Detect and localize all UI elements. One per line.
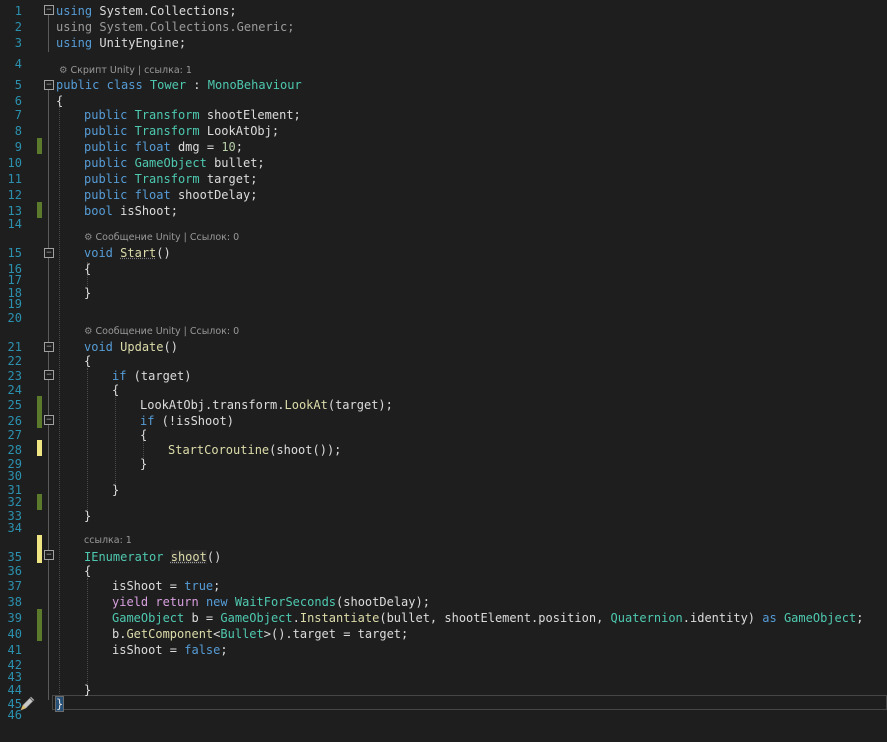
code-line-16[interactable]: { bbox=[84, 261, 91, 277]
line-number: 4 bbox=[14, 57, 22, 71]
code-line-31[interactable]: } bbox=[112, 482, 119, 498]
unity-icon: ⚙ bbox=[84, 326, 93, 337]
change-marker-saved bbox=[37, 202, 42, 218]
codelens-start[interactable]: ⚙ Сообщение Unity | Ссылок: 0 bbox=[84, 232, 239, 244]
code-line-12[interactable]: public float shootDelay; bbox=[84, 187, 257, 203]
indent-guide bbox=[87, 578, 88, 688]
code-line-40[interactable]: b.GetComponent<Bullet>().target = target… bbox=[112, 626, 408, 642]
line-number: 15 bbox=[7, 246, 22, 260]
outline-line bbox=[48, 90, 49, 700]
indent-guide bbox=[115, 392, 116, 486]
line-number: 25 bbox=[7, 398, 22, 412]
line-number: 27 bbox=[7, 428, 22, 442]
code-line-25[interactable]: LookAtObj.transform.LookAt(target); bbox=[140, 397, 393, 413]
code-line-44[interactable]: } bbox=[84, 682, 91, 698]
collapse-if-button[interactable]: − bbox=[44, 415, 54, 425]
code-line-26[interactable]: if (!isShoot) bbox=[140, 413, 234, 429]
code-line-2[interactable]: using System.Collections.Generic; bbox=[56, 19, 294, 35]
line-number: 10 bbox=[7, 156, 22, 170]
collapse-shoot-button[interactable]: − bbox=[44, 550, 54, 560]
code-line-8[interactable]: public Transform LookAtObj; bbox=[84, 123, 279, 139]
line-number: 5 bbox=[14, 78, 22, 92]
line-number: 39 bbox=[7, 611, 22, 625]
line-number: 40 bbox=[7, 627, 22, 641]
code-line-27[interactable]: { bbox=[140, 427, 147, 443]
code-line-21[interactable]: void Update() bbox=[84, 339, 178, 355]
code-line-15[interactable]: void Start() bbox=[84, 245, 171, 261]
code-line-9[interactable]: public float dmg = 10; bbox=[84, 139, 243, 155]
unity-icon: ⚙ bbox=[84, 232, 93, 243]
change-marker-saved bbox=[37, 396, 42, 428]
change-marker-unsaved bbox=[37, 535, 42, 563]
code-line-1[interactable]: using System.Collections; bbox=[56, 3, 237, 19]
line-number: 7 bbox=[14, 108, 22, 122]
collapse-if-button[interactable]: − bbox=[44, 370, 54, 380]
codelens-shoot[interactable]: ссылка: 1 bbox=[84, 535, 132, 547]
code-line-6[interactable]: { bbox=[56, 93, 63, 109]
indent-guide bbox=[59, 106, 60, 696]
code-line-23[interactable]: if (target) bbox=[112, 368, 191, 384]
unity-icon: ⚙ bbox=[59, 65, 68, 76]
line-number: 38 bbox=[7, 595, 22, 609]
change-marker-saved bbox=[37, 609, 42, 641]
line-number: 11 bbox=[7, 172, 22, 186]
code-line-41[interactable]: isShoot = false; bbox=[112, 642, 228, 658]
shoot-method-name[interactable]: shoot bbox=[170, 550, 207, 564]
line-number: 24 bbox=[7, 383, 22, 397]
code-line-11[interactable]: public Transform target; bbox=[84, 171, 257, 187]
collapse-class-button[interactable]: − bbox=[44, 80, 54, 90]
code-line-22[interactable]: { bbox=[84, 353, 91, 369]
change-marker-saved bbox=[37, 138, 42, 154]
code-line-28[interactable]: StartCoroutine(shoot()); bbox=[168, 442, 341, 458]
line-number: 8 bbox=[14, 124, 22, 138]
code-line-18[interactable]: } bbox=[84, 285, 91, 301]
codelens-class[interactable]: ⚙ Скрипт Unity | ссылка: 1 bbox=[59, 65, 192, 77]
line-number: 36 bbox=[7, 564, 22, 578]
line-number: 14 bbox=[7, 217, 22, 231]
line-number: 22 bbox=[7, 354, 22, 368]
change-marker-unsaved bbox=[37, 440, 42, 456]
line-number: 9 bbox=[14, 140, 22, 154]
line-number: 41 bbox=[7, 643, 22, 657]
code-line-7[interactable]: public Transform shootElement; bbox=[84, 107, 301, 123]
code-line-13[interactable]: bool isShoot; bbox=[84, 203, 178, 219]
line-number: 20 bbox=[7, 311, 22, 325]
collapse-start-button[interactable]: − bbox=[44, 248, 54, 258]
collapse-update-button[interactable]: − bbox=[44, 342, 54, 352]
quick-actions-pencil-icon[interactable] bbox=[17, 694, 37, 714]
code-line-35[interactable]: IEnumerator shoot() bbox=[84, 549, 221, 565]
change-marker-saved bbox=[37, 494, 42, 510]
code-line-45[interactable]: } bbox=[54, 696, 65, 712]
code-editor[interactable]: 1 2 3 4 5 6 7 8 9 10 11 12 13 14 15 16 17 18 19 20 21 22 23 24 2… bbox=[0, 0, 887, 742]
line-number: 2 bbox=[14, 20, 22, 34]
line-number: 37 bbox=[7, 579, 22, 593]
code-line-37[interactable]: isShoot = true; bbox=[112, 578, 220, 594]
line-number: 3 bbox=[14, 36, 22, 50]
code-line-38[interactable]: yield return new WaitForSeconds(shootDel… bbox=[112, 594, 430, 610]
code-line-29[interactable]: } bbox=[140, 456, 147, 472]
code-line-33[interactable]: } bbox=[84, 508, 91, 524]
code-line-36[interactable]: { bbox=[84, 563, 91, 579]
code-line-24[interactable]: { bbox=[112, 382, 119, 398]
code-line-5[interactable]: public class Tower : MonoBehaviour bbox=[56, 77, 302, 93]
line-number: 12 bbox=[7, 188, 22, 202]
outline-line bbox=[48, 14, 49, 52]
line-number: 34 bbox=[7, 521, 22, 535]
collapse-usings-button[interactable]: − bbox=[44, 5, 54, 15]
code-line-10[interactable]: public GameObject bullet; bbox=[84, 155, 265, 171]
current-line-highlight bbox=[52, 695, 887, 710]
codelens-update[interactable]: ⚙ Сообщение Unity | Ссылок: 0 bbox=[84, 326, 239, 338]
code-line-3[interactable]: using UnityEngine; bbox=[56, 35, 186, 51]
line-number: 1 bbox=[14, 4, 22, 18]
code-line-39[interactable]: GameObject b = GameObject.Instantiate(bu… bbox=[112, 610, 863, 626]
indent-guide bbox=[87, 368, 88, 514]
